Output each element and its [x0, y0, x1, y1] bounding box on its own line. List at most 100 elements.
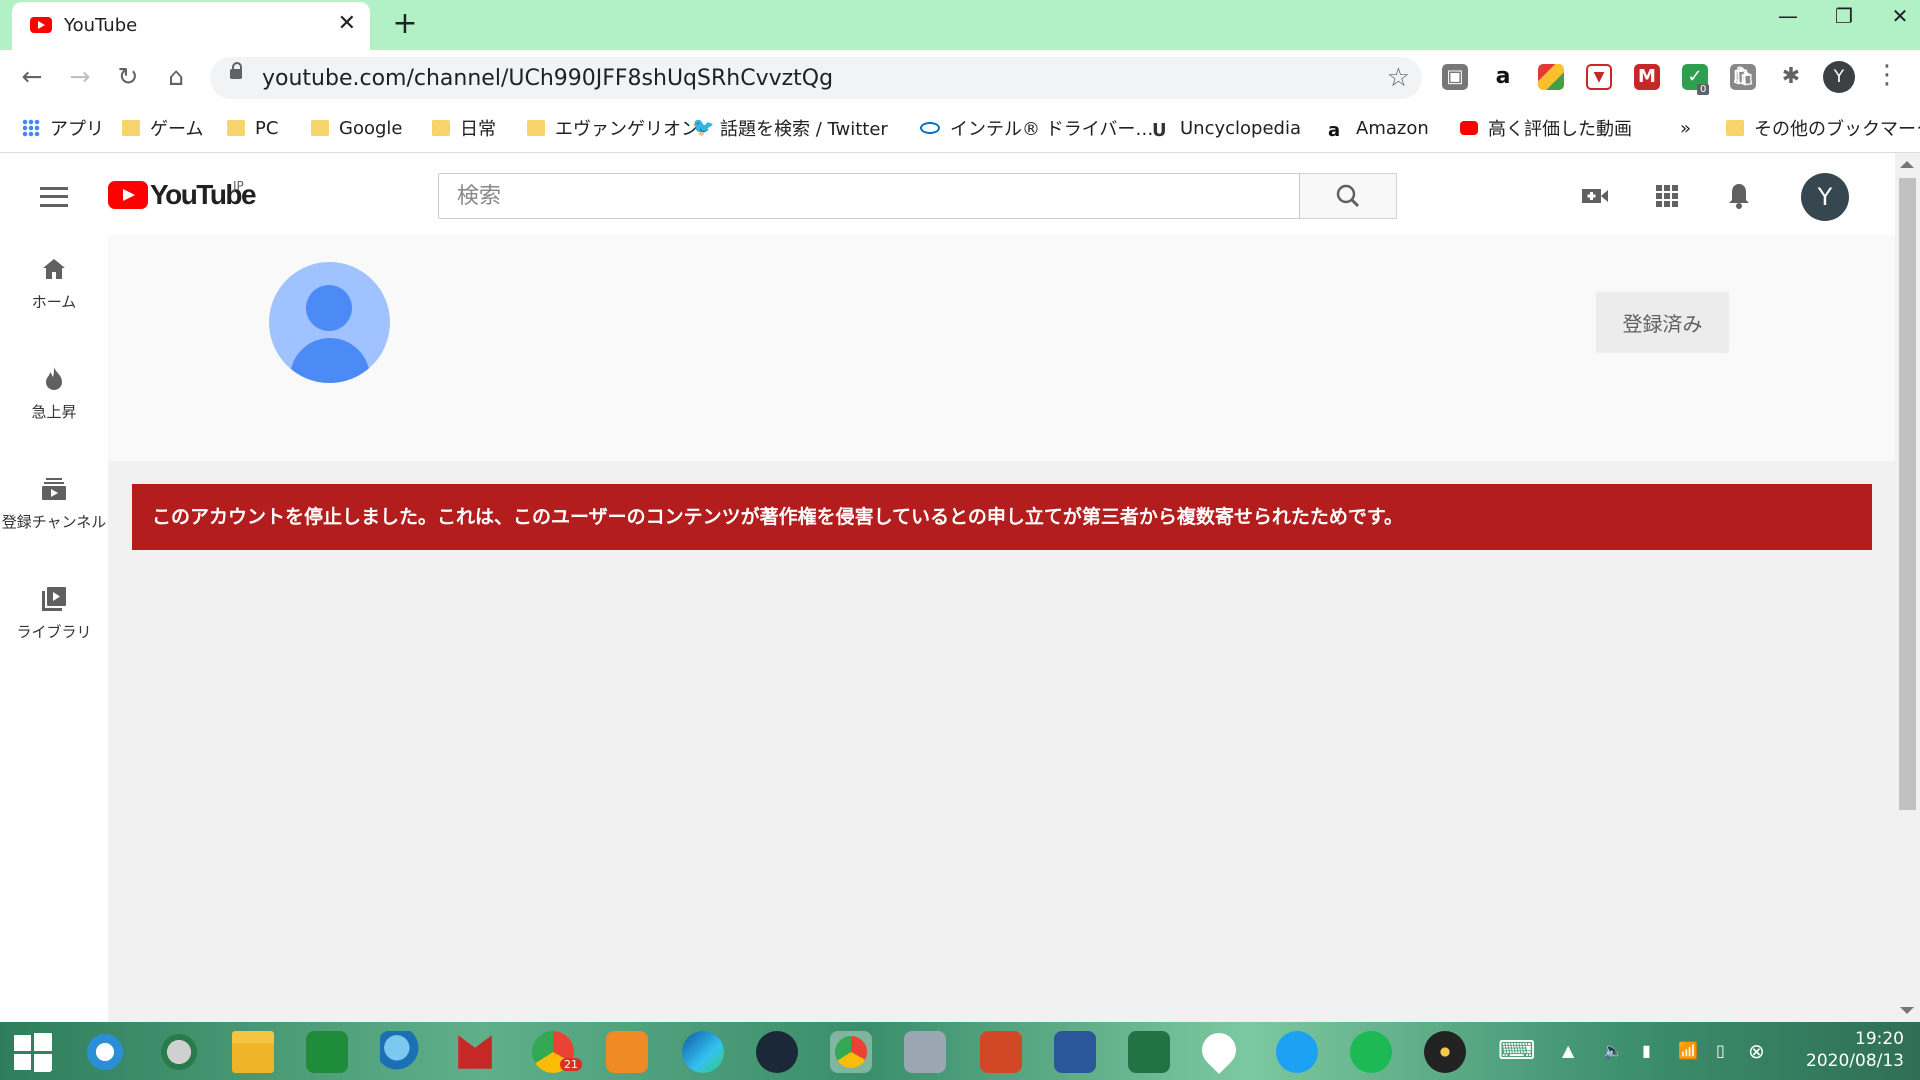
sidebar-label-trending: 急上昇 — [31, 403, 77, 421]
bookmarks-bar: アプリ ゲーム PC Google 日常 エヴァンゲリオン 🐦 話題を検索 / T… — [0, 104, 1920, 153]
clock-time: 19:20 — [1855, 1029, 1904, 1049]
new-tab-button[interactable]: + — [388, 8, 422, 42]
windows-start-icon[interactable] — [12, 1031, 54, 1073]
powerpoint-icon[interactable] — [980, 1031, 1022, 1073]
sidebar-label-home: ホーム — [31, 293, 77, 311]
reload-button[interactable]: ↻ — [112, 62, 144, 94]
apps-grid-icon[interactable] — [1652, 181, 1682, 211]
bookmark-apps[interactable]: アプリ — [22, 114, 104, 142]
url-text[interactable]: youtube.com/channel/UCh990JFF8shUqSRhCvv… — [262, 66, 833, 91]
chrome-active-window[interactable] — [830, 1031, 872, 1073]
tray-app-icon[interactable]: ▮ — [1642, 1022, 1651, 1080]
notifications-bell-icon[interactable] — [1724, 181, 1754, 211]
account-terminated-alert: このアカウントを停止しました。これは、このユーザーのコンテンツが著作権を侵害して… — [132, 484, 1872, 550]
account-avatar[interactable]: Y — [1801, 173, 1849, 221]
minimize-button[interactable]: — — [1760, 0, 1816, 34]
subscribed-button[interactable]: 登録済み — [1596, 292, 1729, 353]
notification-center-icon[interactable]: ⊗ — [1748, 1022, 1765, 1080]
scroll-down-arrow-icon[interactable] — [1900, 1007, 1914, 1014]
mcafee-icon[interactable] — [458, 1035, 492, 1069]
bookmark-twitter[interactable]: 🐦 話題を検索 / Twitter — [692, 114, 888, 142]
youtube-favicon-icon — [30, 17, 52, 33]
bookmark-uncyclopedia[interactable]: U Uncyclopedia — [1152, 114, 1301, 142]
bookmark-liked-videos[interactable]: 高く評価した動画 — [1460, 114, 1632, 142]
volume-icon[interactable]: 🔈 — [1603, 1022, 1623, 1080]
sidebar-label-subscriptions: 登録チャンネル — [1, 513, 107, 531]
file-explorer-icon[interactable] — [232, 1031, 274, 1073]
back-button[interactable]: ← — [16, 62, 48, 94]
chrome-notification-badge: 21 — [560, 1058, 582, 1071]
mcafee-extension-icon[interactable]: M — [1634, 64, 1660, 90]
search-button[interactable] — [1300, 173, 1397, 219]
bookmarks-overflow-button[interactable]: » — [1680, 114, 1691, 142]
youtube-logo-icon[interactable] — [108, 181, 148, 209]
battery-icon[interactable]: ▯ — [1716, 1022, 1725, 1080]
bookmark-star-icon[interactable]: ☆ — [1387, 63, 1410, 93]
browser-toolbar: ← → ↻ ⌂ youtube.com/channel/UCh990JFF8sh… — [0, 50, 1920, 104]
extensions-puzzle-icon[interactable]: ✱ — [1778, 64, 1804, 90]
browser-tabstrip: YouTube ✕ + — ❐ ✕ — [0, 0, 1920, 51]
internet-explorer-icon[interactable] — [84, 1031, 126, 1073]
bookmark-pc[interactable]: PC — [227, 114, 278, 142]
sidebar-label-library: ライブラリ — [16, 623, 92, 641]
home-icon — [43, 259, 65, 279]
folder-icon — [311, 120, 329, 136]
sidebar-item-subscriptions[interactable]: 登録チャンネル — [0, 475, 108, 565]
excel-icon[interactable] — [1128, 1031, 1170, 1073]
close-window-button[interactable]: ✕ — [1872, 0, 1920, 34]
intel-icon — [920, 122, 940, 134]
home-button[interactable]: ⌂ — [160, 62, 192, 94]
resource-monitor-icon[interactable] — [904, 1031, 946, 1073]
steam-icon[interactable] — [756, 1031, 798, 1073]
google-maps-icon[interactable] — [1194, 1025, 1244, 1075]
bookmark-intel[interactable]: インテル® ドライバー… — [920, 114, 1153, 142]
bookmark-other[interactable]: その他のブックマーク — [1726, 114, 1920, 142]
app-icon[interactable] — [380, 1031, 422, 1073]
amazon-extension-icon[interactable]: a — [1490, 64, 1516, 90]
bookmark-evangelion[interactable]: エヴァンゲリオン — [527, 114, 699, 142]
search-input[interactable] — [439, 174, 1299, 218]
scrollbar-thumb[interactable] — [1899, 178, 1916, 810]
network-signal-icon[interactable]: 📶 — [1678, 1022, 1698, 1080]
lock-icon[interactable] — [230, 62, 242, 79]
profile-button[interactable]: Y — [1823, 61, 1855, 93]
word-icon[interactable] — [1054, 1031, 1096, 1073]
sidebar-item-trending[interactable]: 急上昇 — [0, 365, 108, 455]
mini-guide: ホーム 急上昇 登録チャンネル ライブラリ — [0, 235, 108, 1022]
page-scrollbar[interactable] — [1895, 153, 1920, 1022]
taskbar-clock[interactable]: 19:20 2020/08/13 — [1784, 1028, 1904, 1072]
tray-overflow-icon[interactable]: ▲ — [1562, 1022, 1574, 1080]
sidebar-item-home[interactable]: ホーム — [0, 255, 108, 345]
region-code: JP — [233, 179, 244, 193]
restore-button[interactable]: ❐ — [1816, 0, 1872, 34]
tab-close-icon[interactable]: ✕ — [338, 12, 356, 36]
store-icon[interactable] — [306, 1031, 348, 1073]
media-player-icon[interactable] — [606, 1031, 648, 1073]
spotify-icon[interactable] — [1350, 1031, 1392, 1073]
color-extension-icon[interactable] — [1538, 64, 1564, 90]
calendar-extension-icon[interactable]: ▼ — [1586, 64, 1612, 90]
clock-date: 2020/08/13 — [1806, 1051, 1904, 1071]
bookmark-amazon[interactable]: a Amazon — [1328, 114, 1429, 142]
extension-icon[interactable]: ▣ — [1442, 64, 1468, 90]
library-icon — [42, 587, 66, 611]
twitter-app-icon[interactable] — [1276, 1031, 1318, 1073]
chrome-menu-icon[interactable]: ⋮ — [1874, 60, 1900, 90]
sidebar-item-library[interactable]: ライブラリ — [0, 585, 108, 675]
touch-keyboard-icon[interactable]: ⌨ — [1498, 1022, 1536, 1080]
bookmark-daily[interactable]: 日常 — [432, 114, 496, 142]
music-app-icon[interactable] — [1424, 1031, 1466, 1073]
app-icon[interactable] — [158, 1031, 200, 1073]
tab-youtube[interactable]: YouTube ✕ — [12, 2, 370, 51]
bag-extension-icon[interactable]: 🛍 — [1730, 64, 1756, 90]
search-box[interactable] — [438, 173, 1300, 219]
edge-icon[interactable] — [682, 1031, 724, 1073]
channel-content: 登録済み このアカウントを停止しました。これは、このユーザーのコンテンツが著作権… — [108, 235, 1895, 1022]
bookmark-game[interactable]: ゲーム — [122, 114, 203, 142]
address-bar[interactable]: youtube.com/channel/UCh990JFF8shUqSRhCvv… — [210, 57, 1422, 99]
create-video-icon[interactable] — [1580, 181, 1610, 211]
bookmark-google[interactable]: Google — [311, 114, 402, 142]
scroll-up-arrow-icon[interactable] — [1900, 161, 1914, 168]
forward-button[interactable]: → — [64, 62, 96, 94]
guide-menu-icon[interactable] — [40, 187, 68, 207]
